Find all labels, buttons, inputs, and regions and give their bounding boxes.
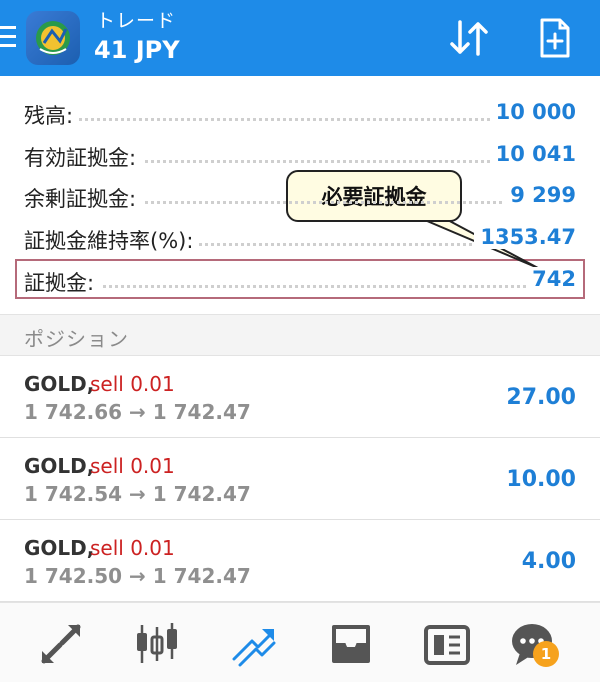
- new-order-icon[interactable]: [530, 14, 578, 62]
- balance-value: 10 000: [489, 100, 576, 124]
- app-header: トレード 41 JPY: [0, 0, 600, 76]
- position-symbol: GOLD,: [24, 372, 95, 396]
- required-margin-callout: 必要証拠金: [286, 170, 462, 222]
- equity-value: 10 041: [489, 142, 576, 166]
- position-prices: 1 742.50 → 1 742.47: [24, 564, 251, 588]
- quotes-icon[interactable]: [36, 619, 86, 669]
- position-row[interactable]: GOLD, sell 0.01 1 742.66 → 1 742.47 27.0…: [0, 356, 600, 438]
- position-row[interactable]: GOLD, sell 0.01 1 742.54 → 1 742.47 10.0…: [0, 438, 600, 520]
- balance-row: 残高: 10 000: [24, 92, 576, 132]
- balance-label: 残高:: [24, 100, 80, 130]
- position-side: sell 0.01: [90, 536, 175, 560]
- header-title: トレード: [96, 10, 177, 32]
- position-profit: 4.00: [521, 549, 576, 574]
- sort-icon[interactable]: [446, 14, 494, 62]
- margin-level-label: 証拠金維持率(%):: [24, 225, 200, 255]
- position-row[interactable]: GOLD, sell 0.01 1 742.50 → 1 742.47 4.00: [0, 520, 600, 602]
- chat-badge: 1: [533, 641, 559, 667]
- trade-icon[interactable]: [230, 619, 280, 669]
- margin-level-value: 1353.47: [474, 225, 576, 249]
- positions-section-label: ポジション: [24, 327, 129, 351]
- position-symbol: GOLD,: [24, 454, 95, 478]
- news-icon[interactable]: [422, 619, 472, 669]
- margin-label: 証拠金:: [24, 267, 101, 297]
- position-prices: 1 742.54 → 1 742.47: [24, 482, 251, 506]
- position-prices: 1 742.66 → 1 742.47: [24, 400, 251, 424]
- menu-icon[interactable]: [0, 26, 16, 48]
- margin-value: 742: [526, 267, 576, 291]
- chart-icon[interactable]: [132, 619, 182, 669]
- position-symbol: GOLD,: [24, 536, 95, 560]
- header-balance: 41 JPY: [94, 36, 180, 64]
- free-margin-label: 余剰証拠金:: [24, 183, 143, 213]
- bottom-nav: [0, 602, 600, 682]
- position-side: sell 0.01: [90, 372, 175, 396]
- position-profit: 27.00: [506, 385, 576, 410]
- equity-label: 有効証拠金:: [24, 142, 143, 172]
- position-profit: 10.00: [506, 467, 576, 492]
- leader-dots: [24, 285, 576, 288]
- position-side: sell 0.01: [90, 454, 175, 478]
- history-icon[interactable]: [326, 619, 376, 669]
- free-margin-value: 9 299: [504, 183, 576, 207]
- positions-section-header: ポジション: [0, 314, 600, 356]
- app-logo-icon: [26, 11, 80, 65]
